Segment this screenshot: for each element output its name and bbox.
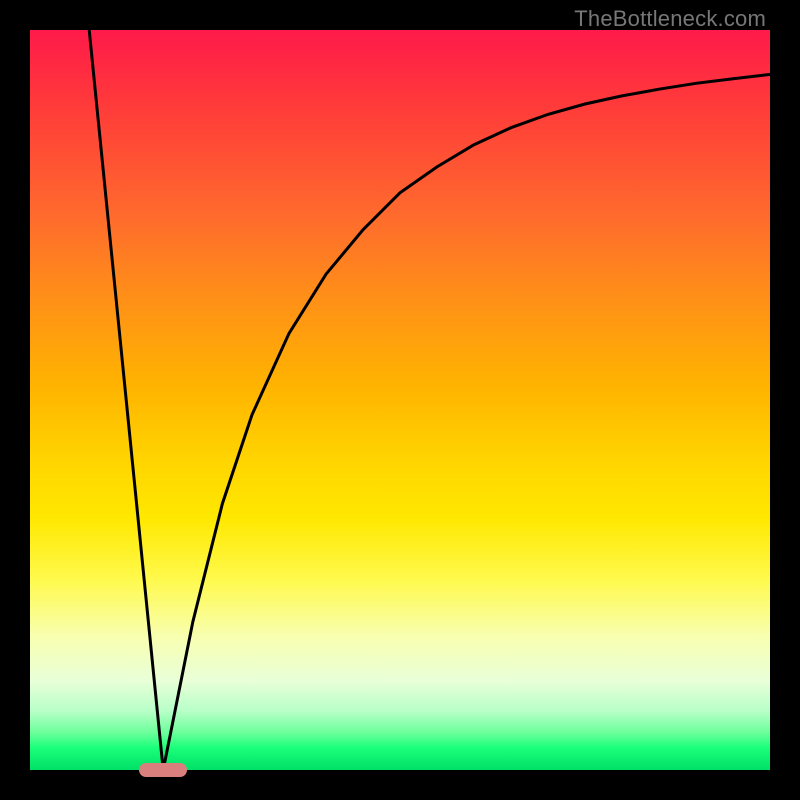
- watermark-text: TheBottleneck.com: [574, 6, 766, 32]
- plot-area: [30, 30, 770, 770]
- chart-frame: TheBottleneck.com: [0, 0, 800, 800]
- minimum-marker: [139, 763, 187, 777]
- curve-svg: [30, 30, 770, 770]
- curve-path: [89, 30, 770, 770]
